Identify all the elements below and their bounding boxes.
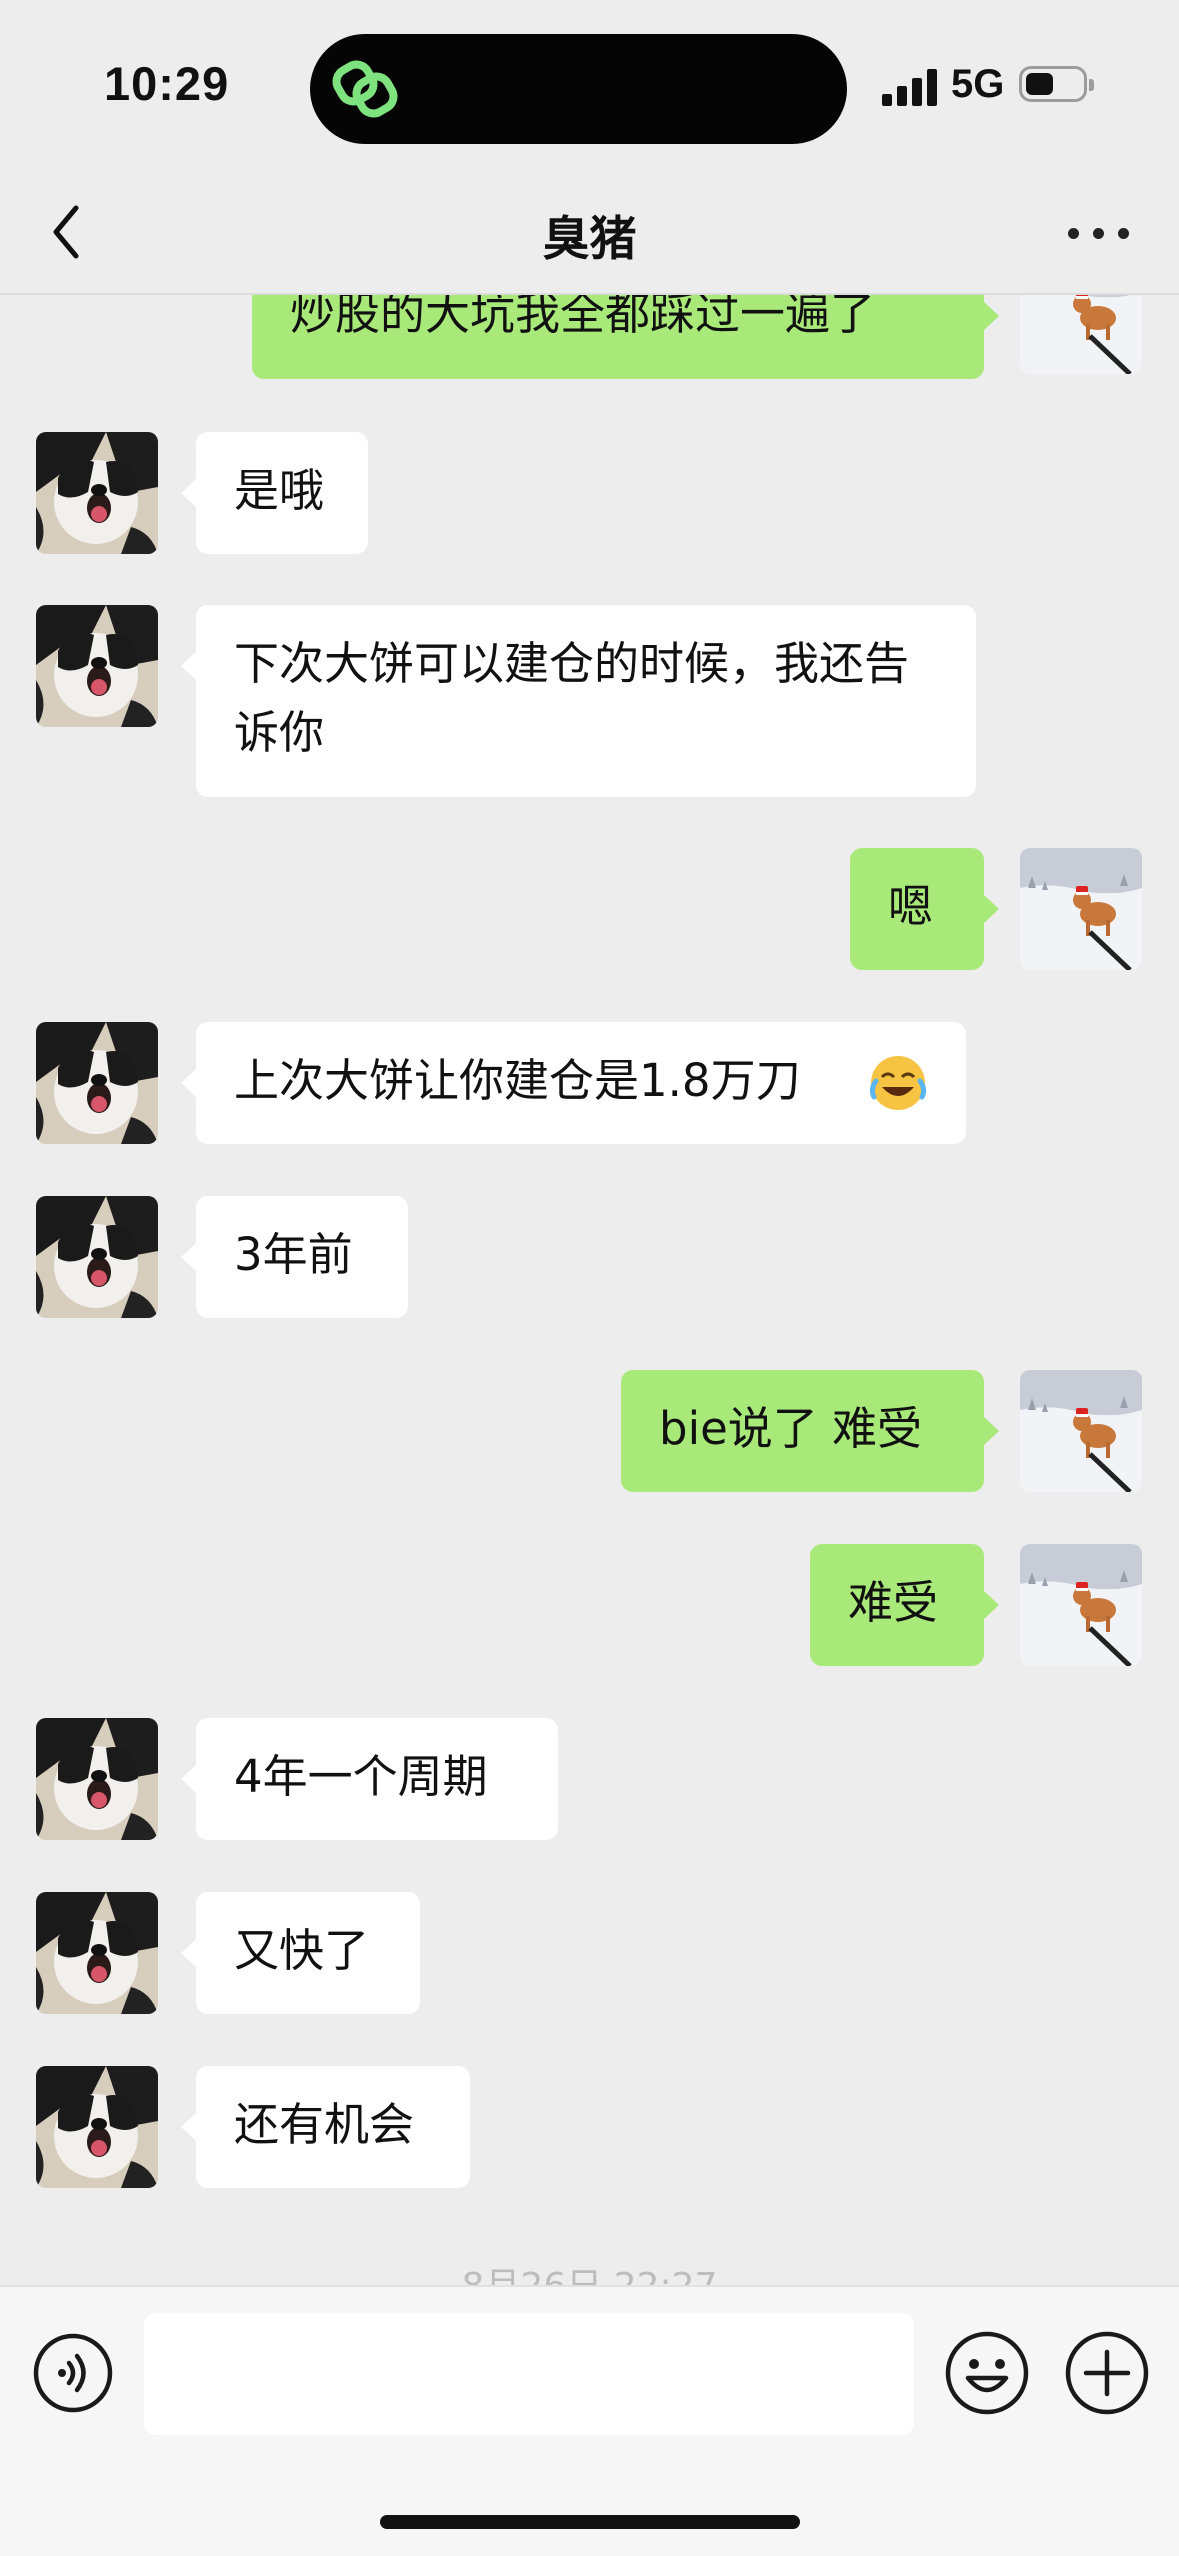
home-indicator[interactable] bbox=[380, 2515, 800, 2529]
my-avatar[interactable] bbox=[1020, 295, 1142, 374]
message-bubble-incoming[interactable]: 下次大饼可以建仓的时候，我还告诉你 bbox=[181, 605, 976, 797]
dynamic-island bbox=[310, 34, 847, 144]
plus-icon[interactable] bbox=[1064, 2330, 1150, 2416]
status-bar: 10:29 5G bbox=[0, 0, 1179, 170]
contact-avatar[interactable] bbox=[36, 605, 158, 727]
more-dots-icon[interactable] bbox=[1060, 206, 1140, 258]
emoji-icon[interactable] bbox=[944, 2330, 1030, 2416]
rolling-laughing-emoji bbox=[869, 1056, 927, 1110]
contact-avatar[interactable] bbox=[36, 1718, 158, 1840]
voice-icon[interactable] bbox=[32, 2332, 114, 2414]
message-timestamp: 8月26日 22:27 bbox=[0, 2257, 1179, 2285]
message-text: 难受 bbox=[848, 1576, 939, 1629]
message-bubble-outgoing[interactable]: 难受 bbox=[810, 1544, 999, 1666]
message-text: 嗯 bbox=[888, 880, 934, 933]
message-bubble-incoming[interactable]: 3年前 bbox=[181, 1196, 408, 1318]
message-text: bie说了 难受 bbox=[659, 1402, 923, 1455]
message-bubble-incoming[interactable]: 还有机会 bbox=[181, 2066, 470, 2188]
my-avatar[interactable] bbox=[1020, 848, 1142, 970]
message-text: 4年一个周期 bbox=[234, 1750, 488, 1803]
message-text: 还有机会 bbox=[234, 2098, 415, 2151]
network-type: 5G bbox=[951, 62, 1005, 106]
cellular-signal-icon bbox=[882, 68, 938, 106]
my-avatar[interactable] bbox=[1020, 1370, 1142, 1492]
contact-avatar[interactable] bbox=[36, 1196, 158, 1318]
chat-title: 臭猪 bbox=[542, 212, 637, 267]
message-text: 下次大饼可以建仓的时候，我还告诉你 bbox=[234, 637, 910, 759]
message-bubble-incoming[interactable]: 是哦 bbox=[181, 432, 368, 554]
message-text: 炒股的大坑我全都踩过一遍了 bbox=[290, 295, 876, 340]
message-text: 3年前 bbox=[234, 1228, 353, 1281]
status-time: 10:29 bbox=[104, 57, 230, 110]
contact-avatar[interactable] bbox=[36, 1892, 158, 2014]
message-bubble-incoming[interactable]: 4年一个周期 bbox=[181, 1718, 558, 1840]
contact-avatar[interactable] bbox=[36, 2066, 158, 2188]
link-icon bbox=[332, 60, 398, 118]
contact-avatar[interactable] bbox=[36, 1022, 158, 1144]
message-bubble-outgoing[interactable]: bie说了 难受 bbox=[621, 1370, 999, 1492]
chat-header: 臭猪 bbox=[0, 170, 1179, 294]
message-bubble-outgoing[interactable]: 炒股的大坑我全都踩过一遍了 bbox=[252, 295, 999, 379]
battery-icon bbox=[1019, 66, 1094, 102]
message-text: 上次大饼让你建仓是1.8万刀 bbox=[234, 1054, 801, 1107]
message-bubble-outgoing[interactable]: 嗯 bbox=[850, 848, 999, 970]
message-bubble-incoming[interactable]: 又快了 bbox=[181, 1892, 420, 2014]
message-input[interactable] bbox=[144, 2313, 914, 2435]
message-bubble-incoming[interactable]: 上次大饼让你建仓是1.8万刀 bbox=[181, 1022, 966, 1144]
message-list[interactable]: 炒股的大坑我全都踩过一遍了 是哦 下次大饼可以建仓的时候，我还告诉你 嗯 上次大… bbox=[0, 295, 1179, 2285]
message-text: 又快了 bbox=[234, 1924, 370, 1977]
contact-avatar[interactable] bbox=[36, 432, 158, 554]
my-avatar[interactable] bbox=[1020, 1544, 1142, 1666]
message-text: 是哦 bbox=[234, 464, 325, 517]
